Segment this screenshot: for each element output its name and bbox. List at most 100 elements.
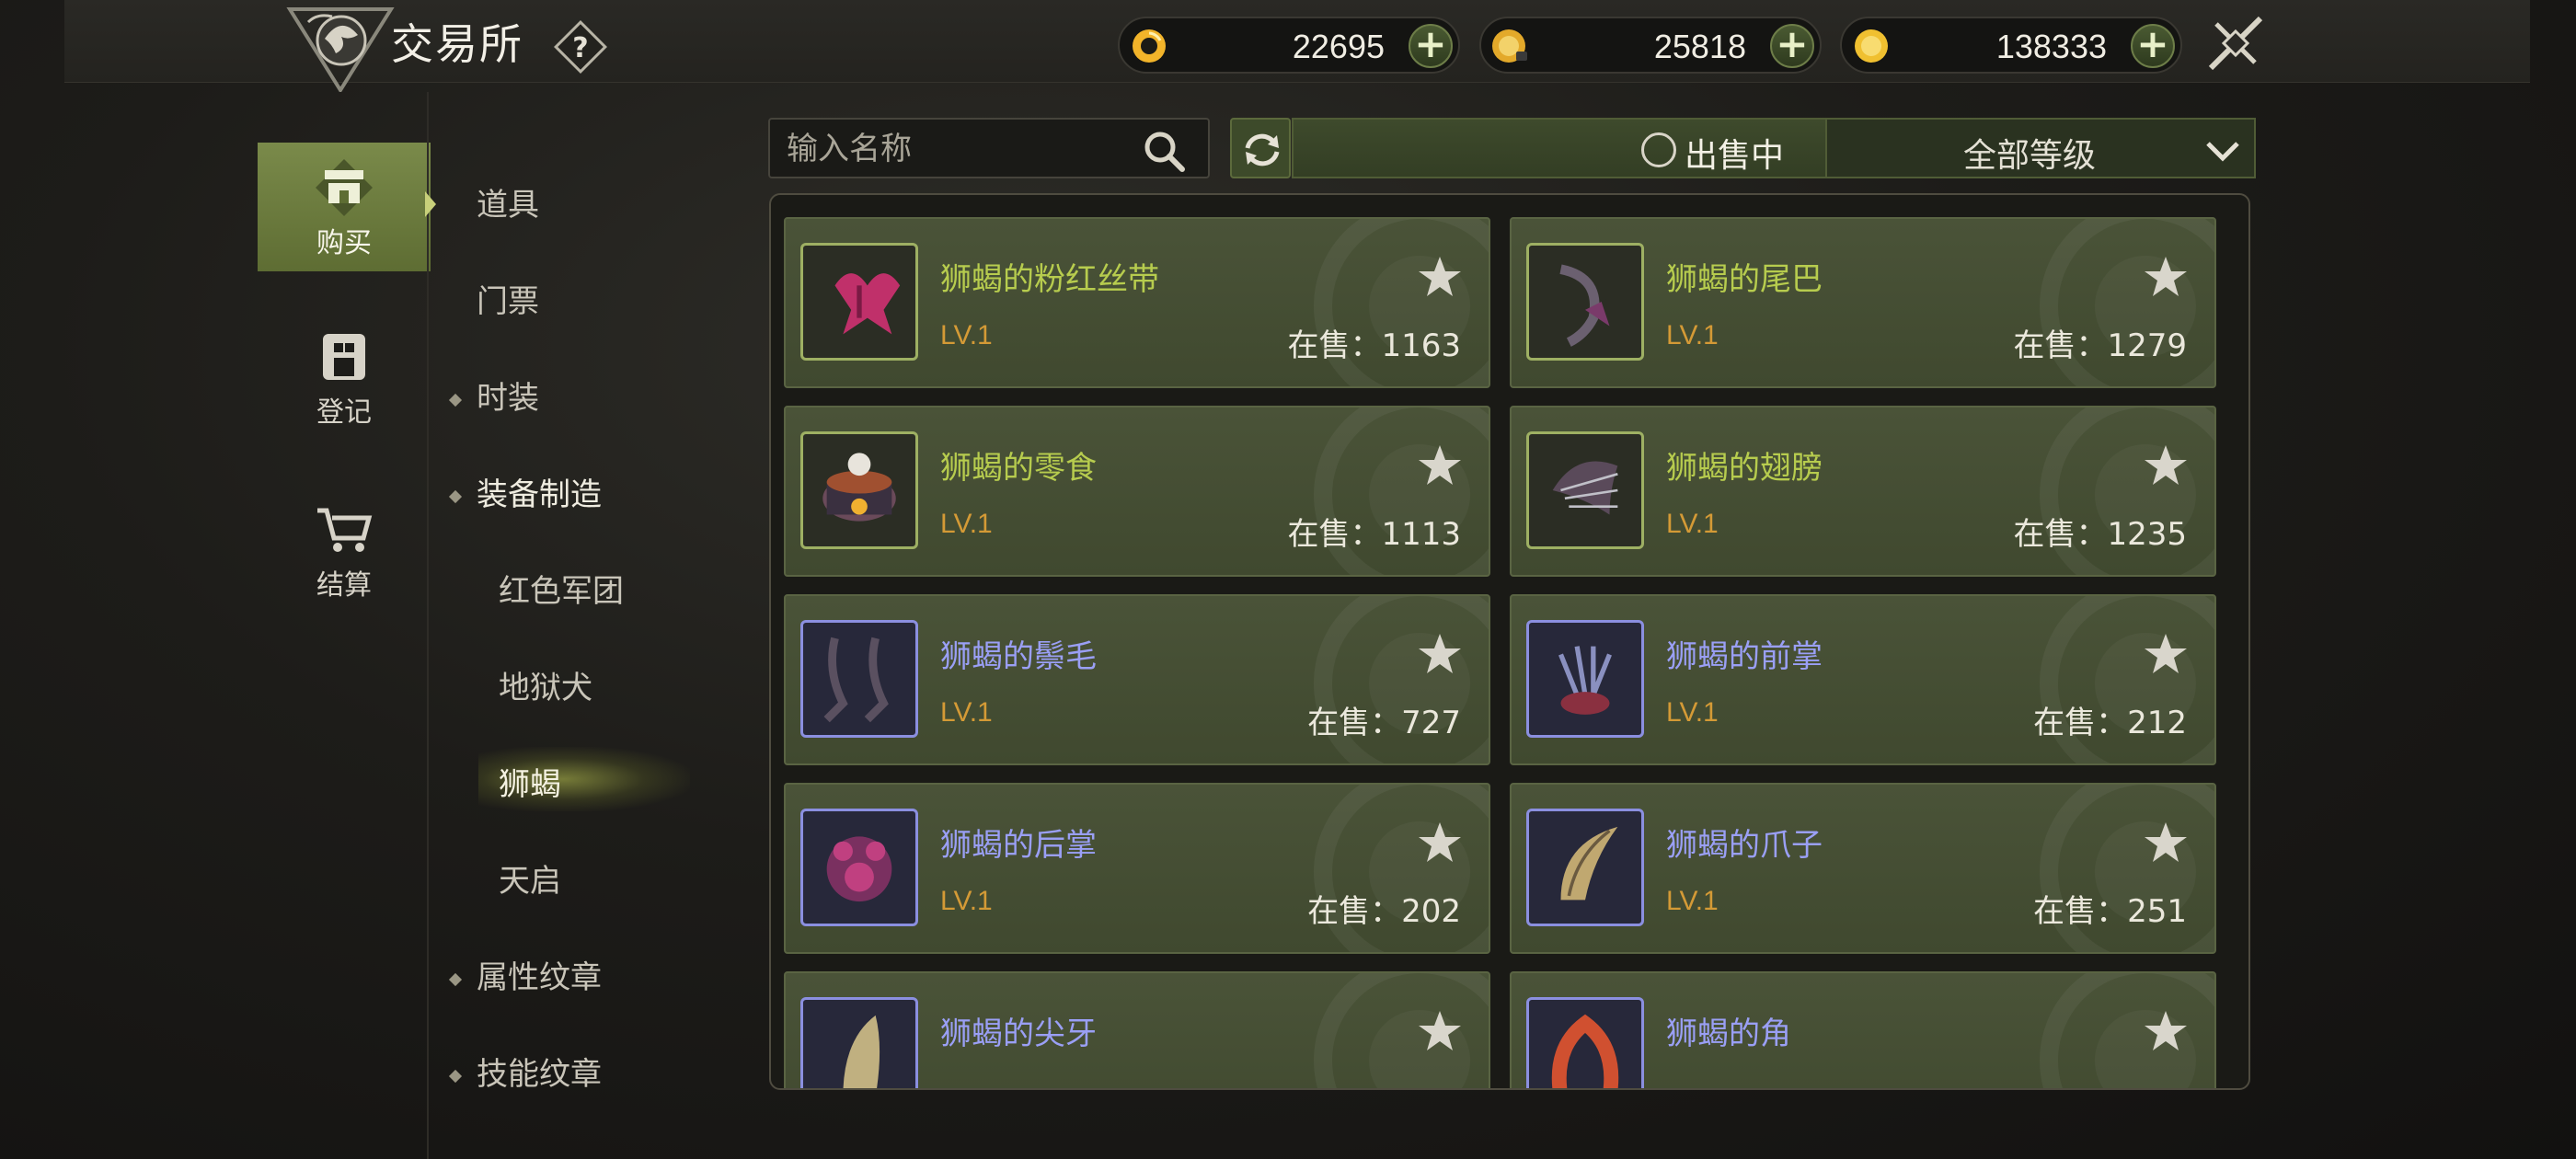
category-item[interactable]: 门票 [477,276,539,321]
ring-coin-icon [1133,29,1166,63]
svg-text:?: ? [572,32,588,64]
item-thumbnail [1526,809,1644,926]
category-item[interactable]: 红色军团 [499,566,624,611]
close-icon[interactable] [2203,11,2268,75]
item-name: 狮蝎的翅膀 [1666,450,1823,487]
item-icon [826,836,892,902]
favorite-star-icon[interactable] [2143,820,2189,866]
gold-coin-icon [1855,29,1888,63]
item-card[interactable]: 狮蝎的爪子 LV.1 在售：251 [1510,783,2216,954]
item-card[interactable]: 狮蝎的翅膀 LV.1 在售：1235 [1510,406,2216,577]
category-item[interactable]: 时装 [448,373,539,418]
item-name: 狮蝎的前掌 [1666,638,1823,675]
category-item[interactable]: 地狱犬 [499,662,592,707]
item-thumbnail [1526,997,1644,1088]
category-label: 门票 [477,283,539,320]
on-sale-label[interactable]: 出售中 [1685,129,1784,177]
item-name: 狮蝎的角 [1666,1016,1791,1052]
category-item[interactable]: 道具 [477,179,539,224]
active-indicator-arrow [425,191,436,217]
nav-settle[interactable]: 结算 [258,485,431,614]
item-on-sale-count: 在售：202 [1307,893,1461,930]
item-on-sale-count: 在售：1113 [1287,516,1461,553]
category-label: 狮蝎 [499,766,561,803]
item-level: LV.1 [940,886,993,916]
refresh-icon [1245,133,1280,166]
currency-gold: 138333 + [1840,17,2182,74]
favorite-star-icon[interactable] [2143,254,2189,300]
favorite-star-icon[interactable] [1417,254,1463,300]
item-name: 狮蝎的零食 [940,450,1097,487]
category-label: 技能纹章 [477,1056,602,1093]
favorite-star-icon[interactable] [2143,631,2189,677]
item-card[interactable]: 狮蝎的粉红丝带 LV.1 在售：1163 [784,217,1490,388]
diamond-bullet-icon [448,1069,463,1083]
diamond-bullet-icon [448,972,463,986]
item-icon [1559,264,1618,347]
favorite-star-icon[interactable] [2143,442,2189,488]
add-currency-button[interactable]: + [1409,24,1453,68]
item-thumbnail [1526,431,1644,549]
item-thumbnail [800,809,918,926]
item-level: LV.1 [940,320,993,350]
nav-buy[interactable]: 购买 [258,143,431,271]
category-label: 红色军团 [499,573,624,610]
category-label: 地狱犬 [499,670,592,706]
category-item[interactable]: 狮蝎 [499,759,561,804]
diamond-bullet-icon [448,489,463,503]
category-label: 装备制造 [477,476,602,513]
item-card[interactable]: 狮蝎的前掌 LV.1 在售：212 [1510,594,2216,765]
category-item[interactable]: 装备制造 [448,469,602,514]
favorite-star-icon[interactable] [1417,820,1463,866]
nav-divider [427,92,429,1159]
chevron-down-icon [2206,142,2239,162]
item-card[interactable]: 狮蝎的后掌 LV.1 在售：202 [784,783,1490,954]
item-level: LV.1 [1666,886,1719,916]
item-name: 狮蝎的粉红丝带 [940,261,1159,298]
currency-value: 22695 [1292,28,1385,65]
currency-ring-coin: 22695 + [1118,17,1460,74]
item-icon [823,637,889,723]
item-name: 狮蝎的鬃毛 [940,638,1097,675]
item-name: 狮蝎的尾巴 [1666,261,1823,298]
on-sale-radio[interactable] [1641,132,1676,167]
currency-value: 25818 [1653,28,1746,65]
item-level: LV.1 [1666,697,1719,728]
refresh-button[interactable] [1230,118,1291,178]
item-card[interactable]: 狮蝎的鬃毛 LV.1 在售：727 [784,594,1490,765]
register-icon [323,334,365,380]
item-on-sale-count: 在售：1163 [1287,327,1461,364]
level-select[interactable]: 全部等级 [1825,118,2256,178]
favorite-star-icon[interactable] [1417,442,1463,488]
search-icon[interactable] [1142,129,1186,173]
help-icon[interactable]: ? [552,18,609,75]
add-currency-button[interactable]: + [1770,24,1814,68]
item-card[interactable]: 狮蝎的尾巴 LV.1 在售：1279 [1510,217,2216,388]
category-item[interactable]: 天启 [499,855,561,901]
shop-icon [316,159,373,216]
item-card[interactable]: 狮蝎的零食 LV.1 在售：1113 [784,406,1490,577]
favorite-star-icon[interactable] [1417,1008,1463,1054]
item-card[interactable]: 狮蝎的角 [1510,971,2216,1088]
favorite-star-icon[interactable] [1417,631,1463,677]
favorite-star-icon[interactable] [2143,1008,2189,1054]
item-level: LV.1 [940,697,993,728]
item-level: LV.1 [940,509,993,539]
nav-register[interactable]: 登记 [258,312,431,441]
category-item[interactable]: 属性纹章 [448,952,602,997]
search-input[interactable] [787,129,1136,169]
item-name: 狮蝎的尖牙 [940,1016,1097,1052]
locked-coin-icon [1492,29,1527,63]
item-icon [1558,646,1612,715]
item-icon [834,273,901,335]
item-thumbnail [800,431,918,549]
item-icon [1551,1014,1619,1088]
add-currency-button[interactable]: + [2131,24,2175,68]
currency-value: 138333 [1995,28,2107,65]
item-icon [1552,461,1618,515]
item-card[interactable]: 狮蝎的尖牙 [784,971,1490,1088]
search-box[interactable] [768,118,1210,178]
item-on-sale-count: 在售：251 [2033,893,2187,930]
item-on-sale-count: 在售：1279 [2013,327,2187,364]
category-item[interactable]: 技能纹章 [448,1049,602,1094]
